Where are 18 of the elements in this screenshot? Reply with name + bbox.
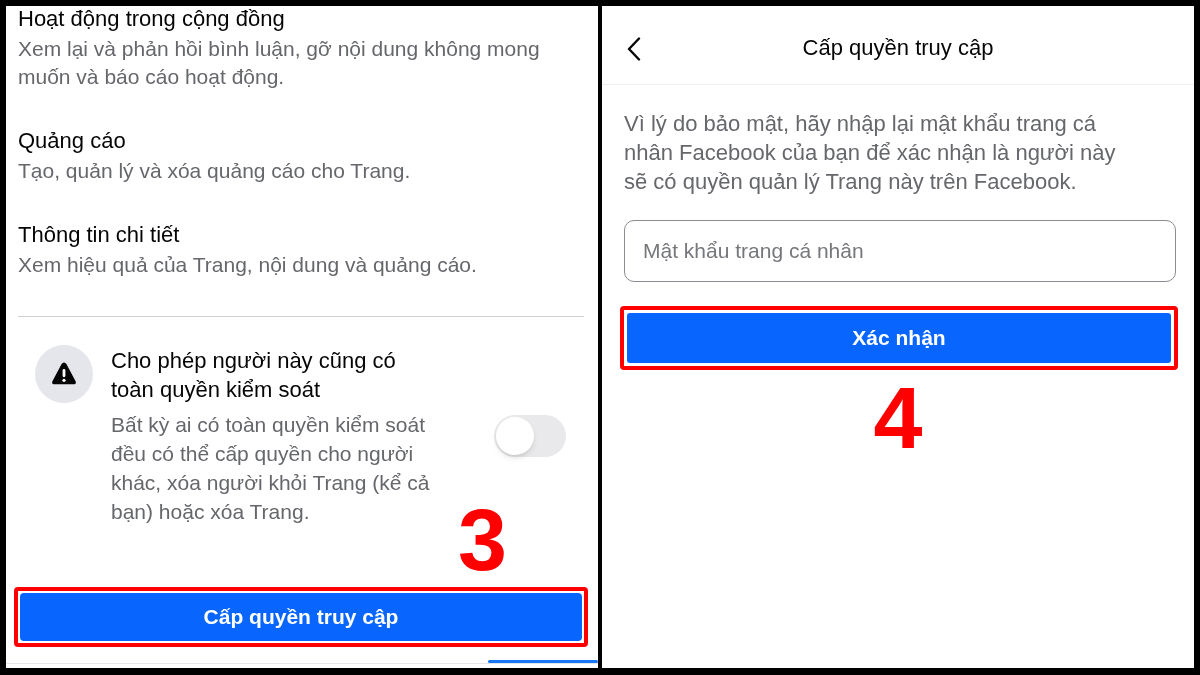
toggle-switch[interactable] [494, 415, 566, 457]
permission-title: Cho phép người này cũng có toàn quyền kiểm soát [111, 347, 397, 404]
setting-title: Quảng cáo [18, 127, 126, 155]
grant-access-button[interactable]: Cấp quyền truy cập [20, 593, 582, 641]
setting-description: Tạo, quản lý và xóa quảng cáo cho Trang. [18, 158, 411, 184]
setting-title: Hoạt động trong cộng đồng [18, 6, 285, 33]
permission-description: Bất kỳ ai có toàn quyền kiểm soát đều có thể cấp quyền cho người khác, xóa người khỏi Trang (kể cả bạn) hoặc xóa Trang. [111, 412, 431, 525]
warning-icon [35, 345, 93, 403]
security-message: Vì lý do bảo mật, hãy nhập lại mật khẩu trang cá nhân Facebook của bạn để xác nhận là người này sẽ có quyền quản lý Trang này trên Facebook. [624, 110, 1117, 196]
confirm-button[interactable]: Xác nhận [627, 313, 1171, 363]
step-number: 4 [873, 374, 923, 462]
setting-title: Thông tin chi tiết [18, 221, 180, 249]
setting-description: Xem hiệu quả của Trang, nội dung và quảng cáo. [18, 252, 477, 278]
password-field[interactable]: Mật khẩu trang cá nhân [624, 220, 1176, 282]
setting-description: Xem lại và phản hồi bình luận, gỡ nội dung không mong muốn và báo cáo hoạt động. [18, 36, 541, 90]
back-icon[interactable] [627, 37, 641, 61]
screen-title: Cấp quyền truy cập [802, 34, 994, 62]
step-number: 3 [458, 496, 507, 584]
